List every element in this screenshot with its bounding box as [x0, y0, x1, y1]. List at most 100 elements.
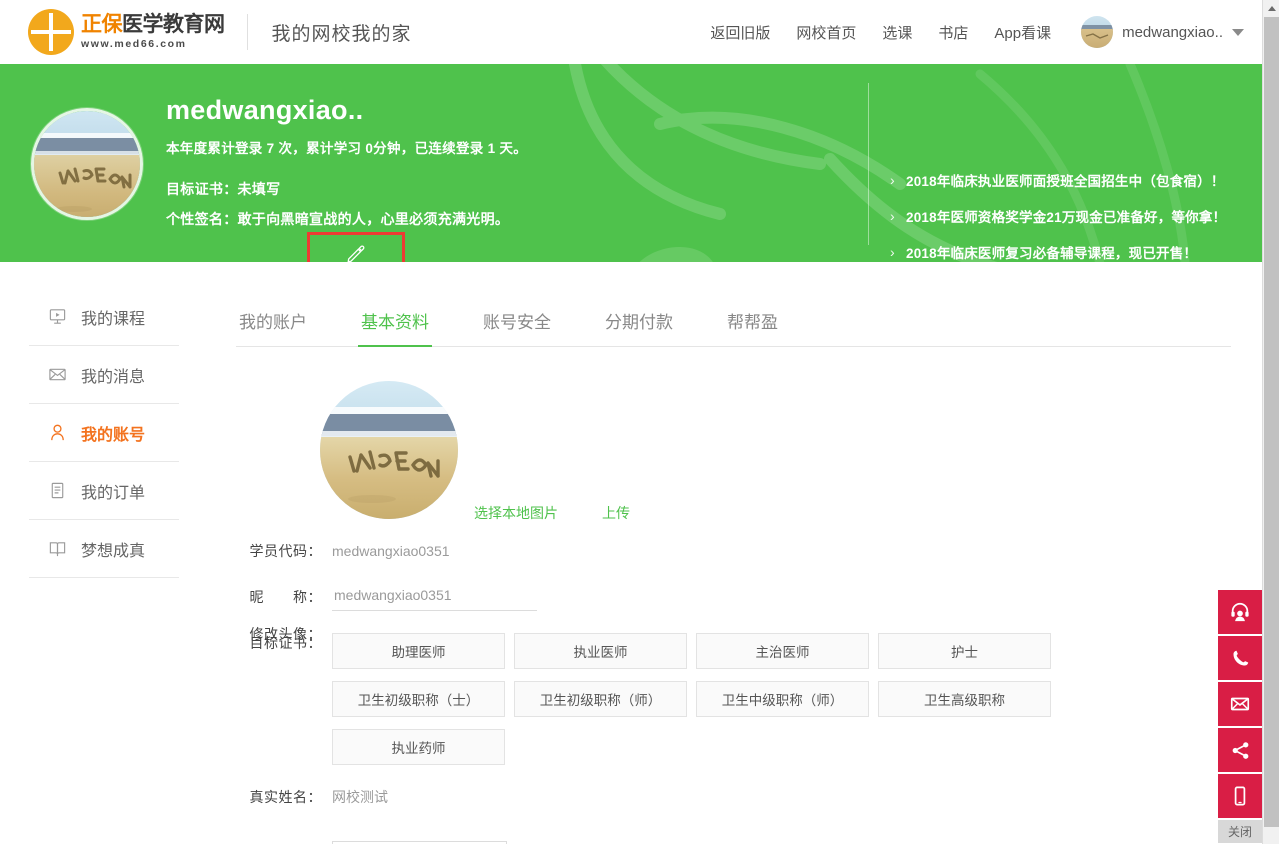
online-service-button[interactable] [1218, 590, 1262, 634]
cert-option[interactable]: 执业药师 [332, 729, 505, 765]
mobile-phone-icon [1229, 785, 1251, 807]
chevron-right-icon: › [890, 172, 906, 188]
logo-url: www.med66.com [81, 39, 225, 50]
floating-contact-toolbar: 关闭 [1218, 590, 1262, 843]
user-icon [48, 423, 67, 442]
avatar-preview[interactable] [320, 381, 458, 519]
news-item[interactable]: › 2018年医师资格奖学金21万现金已准备好，等你拿！ [890, 198, 1226, 234]
sidebar-item-label: 梦想成真 [81, 537, 145, 561]
phone-contact-button[interactable] [1218, 636, 1262, 680]
pencil-edit-icon [345, 242, 367, 262]
nickname-field [332, 587, 1242, 611]
profile-banner: medwangxiao.. 本年度累计登录 7 次，累计学习 0分钟，已连续登录… [0, 64, 1262, 262]
page-scrollbar[interactable] [1262, 0, 1279, 844]
scrollbar-thumb[interactable] [1264, 17, 1279, 827]
cert-option[interactable]: 主治医师 [696, 633, 869, 669]
sidebar-item-label: 我的订单 [81, 479, 145, 503]
target-cert-options: 助理医师 执业医师 主治医师 护士 卫生初级职称（士） 卫生初级职称（师） 卫生… [332, 633, 1242, 765]
student-code-label: 学员代码： [236, 541, 322, 561]
profile-form: 修改头像： [236, 381, 1242, 844]
sidebar-item-label: 我的账号 [81, 421, 145, 445]
user-menu[interactable]: medwangxiao.. [1081, 16, 1244, 48]
banner-signature-row: 个性签名： 敢于向黑暗宣战的人，心里必须充满光明。 [166, 209, 527, 229]
form-row-student-code: 学员代码： medwangxiao0351 [236, 541, 1242, 587]
cert-option[interactable]: 卫生高级职称 [878, 681, 1051, 717]
site-logo[interactable]: 正保医学教育网 www.med66.com [28, 9, 225, 55]
banner-news-list: › 2018年临床执业医师面授班全国招生中（包食宿）！ › 2018年医师资格奖… [890, 162, 1226, 262]
edit-profile-highlight[interactable] [307, 232, 405, 262]
nickname-input[interactable] [332, 587, 537, 611]
sidebar-item-my-messages[interactable]: 我的消息 [29, 346, 179, 404]
chevron-right-icon: › [890, 244, 906, 260]
banner-user-info: medwangxiao.. 本年度累计登录 7 次，累计学习 0分钟，已连续登录… [166, 94, 527, 229]
nav-item-courses[interactable]: 选课 [882, 22, 912, 43]
news-item[interactable]: › 2018年临床医师复习必备辅导课程，现已开售！ [890, 234, 1226, 262]
chevron-right-icon: › [890, 208, 906, 224]
banner-login-stats: 本年度累计登录 7 次，累计学习 0分钟，已连续登录 1 天。 [166, 137, 527, 157]
news-label: 2018年临床医师复习必备辅导课程，现已开售！ [906, 242, 1197, 262]
form-row-real-name: 真实姓名： 网校测试 [236, 787, 1242, 833]
tab-my-account[interactable]: 我的账户 [236, 308, 310, 346]
sidebar-item-my-courses[interactable]: 我的课程 [29, 288, 179, 346]
tab-bar: 我的账户 基本资料 账号安全 分期付款 帮帮盈 [236, 286, 1231, 347]
book-icon [48, 539, 67, 558]
news-label: 2018年医师资格奖学金21万现金已准备好，等你拿！ [906, 206, 1226, 226]
content-area: 我的账户 基本资料 账号安全 分期付款 帮帮盈 修改头像： [236, 286, 1242, 844]
news-item[interactable]: › 2018年临床执业医师面授班全国招生中（包食宿）！ [890, 162, 1226, 198]
top-navigation: 返回旧版 网校首页 选课 书店 App看课 [684, 16, 1244, 48]
mobile-app-button[interactable] [1218, 774, 1262, 818]
nickname-label: 昵 称： [236, 587, 322, 607]
cert-option[interactable]: 卫生初级职称（士） [332, 681, 505, 717]
sidebar-item-my-orders[interactable]: 我的订单 [29, 462, 179, 520]
form-row-avatar: 修改头像： [236, 381, 1242, 541]
banner-inner: medwangxiao.. 本年度累计登录 7 次，累计学习 0分钟，已连续登录… [0, 64, 1262, 262]
cert-option[interactable]: 助理医师 [332, 633, 505, 669]
target-cert-label: 目标证书： [236, 633, 322, 765]
cert-option[interactable]: 卫生初级职称（师） [514, 681, 687, 717]
envelope-icon [1229, 693, 1251, 715]
banner-signature-value: 敢于向黑暗宣战的人，心里必须充满光明。 [238, 209, 510, 229]
share-button[interactable] [1218, 728, 1262, 772]
scrollbar-up-button[interactable] [1263, 0, 1279, 17]
sidebar-item-my-account[interactable]: 我的账号 [29, 404, 179, 462]
tab-bangbangying[interactable]: 帮帮盈 [724, 308, 781, 346]
logo-title-orange: 正保 [81, 13, 122, 36]
upload-avatar-link[interactable]: 上传 [602, 503, 630, 523]
sidebar-item-dream-come-true[interactable]: 梦想成真 [29, 520, 179, 578]
student-code-value: medwangxiao0351 [332, 541, 1242, 561]
tab-account-security[interactable]: 账号安全 [480, 308, 554, 346]
banner-signature-label: 个性签名： [166, 209, 238, 229]
tab-installment[interactable]: 分期付款 [602, 308, 676, 346]
header-divider [247, 14, 248, 50]
logo-cross-icon [28, 9, 74, 55]
nav-item-old-version[interactable]: 返回旧版 [710, 22, 770, 43]
sidebar: 我的课程 我的消息 [29, 288, 179, 578]
banner-vertical-separator [868, 83, 869, 245]
real-name-field: 网校测试 [332, 787, 1242, 807]
main-area: 我的课程 我的消息 [0, 262, 1262, 844]
user-name-label: medwangxiao.. [1122, 24, 1223, 41]
banner-target-cert-row: 目标证书： 未填写 [166, 179, 527, 199]
nav-item-home[interactable]: 网校首页 [796, 22, 856, 43]
form-row-nickname: 昵 称： [236, 587, 1242, 633]
banner-target-cert-label: 目标证书： [166, 179, 238, 199]
close-toolbar-button[interactable]: 关闭 [1218, 820, 1262, 843]
student-code-field: medwangxiao0351 [332, 541, 1242, 561]
form-row-target-certificate: 目标证书： 助理医师 执业医师 主治医师 护士 卫生初级职称（士） 卫生初级职称… [236, 633, 1242, 765]
real-name-value: 网校测试 [332, 787, 1242, 807]
page-root: 正保医学教育网 www.med66.com 我的网校我的家 返回旧版 网校首页 … [0, 0, 1279, 844]
cert-option[interactable]: 执业医师 [514, 633, 687, 669]
target-cert-field: 助理医师 执业医师 主治医师 护士 卫生初级职称（士） 卫生初级职称（师） 卫生… [332, 633, 1242, 765]
nav-item-bookstore[interactable]: 书店 [938, 22, 968, 43]
top-header: 正保医学教育网 www.med66.com 我的网校我的家 返回旧版 网校首页 … [0, 0, 1262, 64]
nav-item-app[interactable]: App看课 [994, 22, 1051, 43]
sidebar-item-label: 我的课程 [81, 305, 145, 329]
select-local-image-link[interactable]: 选择本地图片 [474, 503, 558, 523]
logo-title-dark: 医学教育网 [122, 13, 225, 36]
email-contact-button[interactable] [1218, 682, 1262, 726]
tab-basic-info[interactable]: 基本资料 [358, 308, 432, 346]
monitor-icon [48, 307, 67, 326]
cert-option[interactable]: 护士 [878, 633, 1051, 669]
cert-option[interactable]: 卫生中级职称（师） [696, 681, 869, 717]
banner-avatar[interactable] [31, 108, 143, 220]
